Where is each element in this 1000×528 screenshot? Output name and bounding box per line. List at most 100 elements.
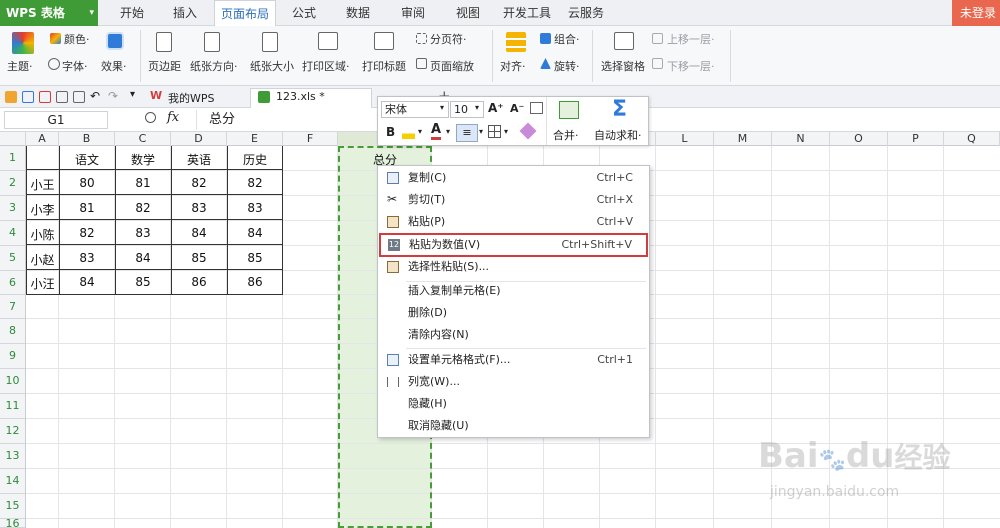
cell-b1[interactable]: 语文 xyxy=(59,151,115,168)
row-header-15[interactable]: 15 xyxy=(0,494,26,519)
cell-b6[interactable]: 84 xyxy=(59,275,115,289)
column-header-m[interactable]: M xyxy=(714,132,772,146)
cell-e1[interactable]: 历史 xyxy=(227,151,283,168)
print-preview-icon[interactable] xyxy=(73,91,85,103)
cell-c6[interactable]: 85 xyxy=(115,275,171,289)
column-header-e[interactable]: E xyxy=(227,132,283,146)
cell-c1[interactable]: 数学 xyxy=(115,151,171,168)
row-header-5[interactable]: 5 xyxy=(0,246,26,271)
margin-button[interactable]: 页边距 xyxy=(148,58,181,74)
tab-cloud-service[interactable]: 云服务 xyxy=(563,0,609,26)
column-header-l[interactable]: L xyxy=(656,132,714,146)
decrease-font-icon[interactable]: A⁻ xyxy=(510,102,524,115)
select-all-corner[interactable] xyxy=(0,132,26,146)
row-header-12[interactable]: 12 xyxy=(0,419,26,444)
tab-developer[interactable]: 开发工具 xyxy=(498,0,556,26)
name-box[interactable]: G1 xyxy=(4,111,108,129)
column-header-q[interactable]: Q xyxy=(944,132,1000,146)
cell-d3[interactable]: 83 xyxy=(171,201,227,215)
row-header-7[interactable]: 7 xyxy=(0,295,26,319)
fill-color-icon[interactable] xyxy=(402,126,415,139)
cell-e5[interactable]: 85 xyxy=(227,251,283,265)
menu-item-insert-copied-cells[interactable]: 插入复制单元格(E) xyxy=(378,280,649,302)
cell-b2[interactable]: 80 xyxy=(59,176,115,190)
cell-a5[interactable]: 小赵 xyxy=(26,251,59,268)
send-backward-button[interactable]: 下移一层· xyxy=(667,58,715,74)
print-area-button[interactable]: 打印区域· xyxy=(302,58,350,74)
menu-item-hide[interactable]: 隐藏(H) xyxy=(378,393,649,415)
theme-icon[interactable] xyxy=(12,32,34,54)
menu-item-format-cells[interactable]: 设置单元格格式(F)... Ctrl+1 xyxy=(378,349,649,371)
format-painter-icon[interactable] xyxy=(530,102,543,114)
column-header-a[interactable]: A xyxy=(26,132,59,146)
page-break-button[interactable]: 分页符· xyxy=(430,31,467,47)
cell-b4[interactable]: 82 xyxy=(59,226,115,240)
merge-cells-button[interactable]: 合并· xyxy=(553,127,579,143)
print-title-button[interactable]: 打印标题 xyxy=(362,58,406,74)
menu-item-unhide[interactable]: 取消隐藏(U) xyxy=(378,415,649,437)
align-center-icon[interactable]: ≡ xyxy=(456,124,478,142)
theme-button[interactable]: 主题· xyxy=(7,58,33,74)
row-header-8[interactable]: 8 xyxy=(0,319,26,344)
menu-item-paste[interactable]: 粘贴(P) Ctrl+V xyxy=(378,211,649,233)
cell-c2[interactable]: 81 xyxy=(115,176,171,190)
menu-item-paste-special[interactable]: 选择性粘贴(S)... xyxy=(378,256,649,278)
row-header-14[interactable]: 14 xyxy=(0,469,26,494)
column-header-n[interactable]: N xyxy=(772,132,830,146)
cell-d6[interactable]: 86 xyxy=(171,275,227,289)
effect-button[interactable]: 效果· xyxy=(101,58,127,74)
column-header-p[interactable]: P xyxy=(888,132,944,146)
menu-item-column-width[interactable]: 列宽(W)... xyxy=(378,371,649,393)
font-name-select[interactable]: 宋体 xyxy=(381,101,449,118)
font-color-button[interactable]: A xyxy=(431,123,442,140)
align-button[interactable]: 对齐· xyxy=(500,58,526,74)
cell-e2[interactable]: 82 xyxy=(227,176,283,190)
customize-quick-access-icon[interactable]: ▾ xyxy=(130,89,135,100)
cell-d4[interactable]: 84 xyxy=(171,226,227,240)
tab-review[interactable]: 审阅 xyxy=(391,0,435,26)
cell-b5[interactable]: 83 xyxy=(59,251,115,265)
row-header-3[interactable]: 3 xyxy=(0,196,26,221)
menu-item-cut[interactable]: ✂ 剪切(T) Ctrl+X xyxy=(378,189,649,211)
tab-data[interactable]: 数据 xyxy=(336,0,380,26)
tab-home[interactable]: 开始 xyxy=(110,0,154,26)
cell-d5[interactable]: 85 xyxy=(171,251,227,265)
cell-c5[interactable]: 84 xyxy=(115,251,171,265)
row-header-9[interactable]: 9 xyxy=(0,344,26,369)
tab-insert[interactable]: 插入 xyxy=(163,0,207,26)
orientation-button[interactable]: 纸张方向· xyxy=(190,58,238,74)
row-header-11[interactable]: 11 xyxy=(0,394,26,419)
row-header-16[interactable]: 16 xyxy=(0,519,26,528)
row-header-6[interactable]: 6 xyxy=(0,271,26,295)
save-icon[interactable] xyxy=(22,91,34,103)
row-header-2[interactable]: 2 xyxy=(0,171,26,196)
paper-size-button[interactable]: 纸张大小 xyxy=(250,58,294,74)
insert-function-button[interactable]: fx xyxy=(167,110,179,125)
menu-item-paste-values[interactable]: 12 粘贴为数值(V) Ctrl+Shift+V xyxy=(379,233,648,257)
cell-c3[interactable]: 82 xyxy=(115,201,171,215)
row-header-13[interactable]: 13 xyxy=(0,444,26,469)
row-header-4[interactable]: 4 xyxy=(0,221,26,246)
bold-button[interactable]: B xyxy=(386,125,395,139)
column-header-f[interactable]: F xyxy=(283,132,338,146)
autosum-button[interactable]: 自动求和· xyxy=(594,127,642,143)
row-header-1[interactable]: 1 xyxy=(0,146,26,171)
cell-d1[interactable]: 英语 xyxy=(171,151,227,168)
tab-formulas[interactable]: 公式 xyxy=(283,0,325,26)
cell-d2[interactable]: 82 xyxy=(171,176,227,190)
row-header-10[interactable]: 10 xyxy=(0,369,26,394)
borders-icon[interactable] xyxy=(488,125,501,138)
column-header-d[interactable]: D xyxy=(171,132,227,146)
open-folder-icon[interactable] xyxy=(5,91,17,103)
cell-a3[interactable]: 小李 xyxy=(26,201,59,218)
bring-forward-button[interactable]: 上移一层· xyxy=(667,31,715,47)
export-pdf-icon[interactable] xyxy=(39,91,51,103)
cell-b3[interactable]: 81 xyxy=(59,201,115,215)
font-button[interactable]: 字体· xyxy=(62,58,88,74)
cell-e4[interactable]: 84 xyxy=(227,226,283,240)
cell-c4[interactable]: 83 xyxy=(115,226,171,240)
menu-item-clear-contents[interactable]: 清除内容(N) xyxy=(378,324,649,346)
eraser-icon[interactable] xyxy=(519,122,537,140)
autosum-icon[interactable]: Σ xyxy=(612,98,627,122)
increase-font-icon[interactable]: A⁺ xyxy=(488,101,504,115)
